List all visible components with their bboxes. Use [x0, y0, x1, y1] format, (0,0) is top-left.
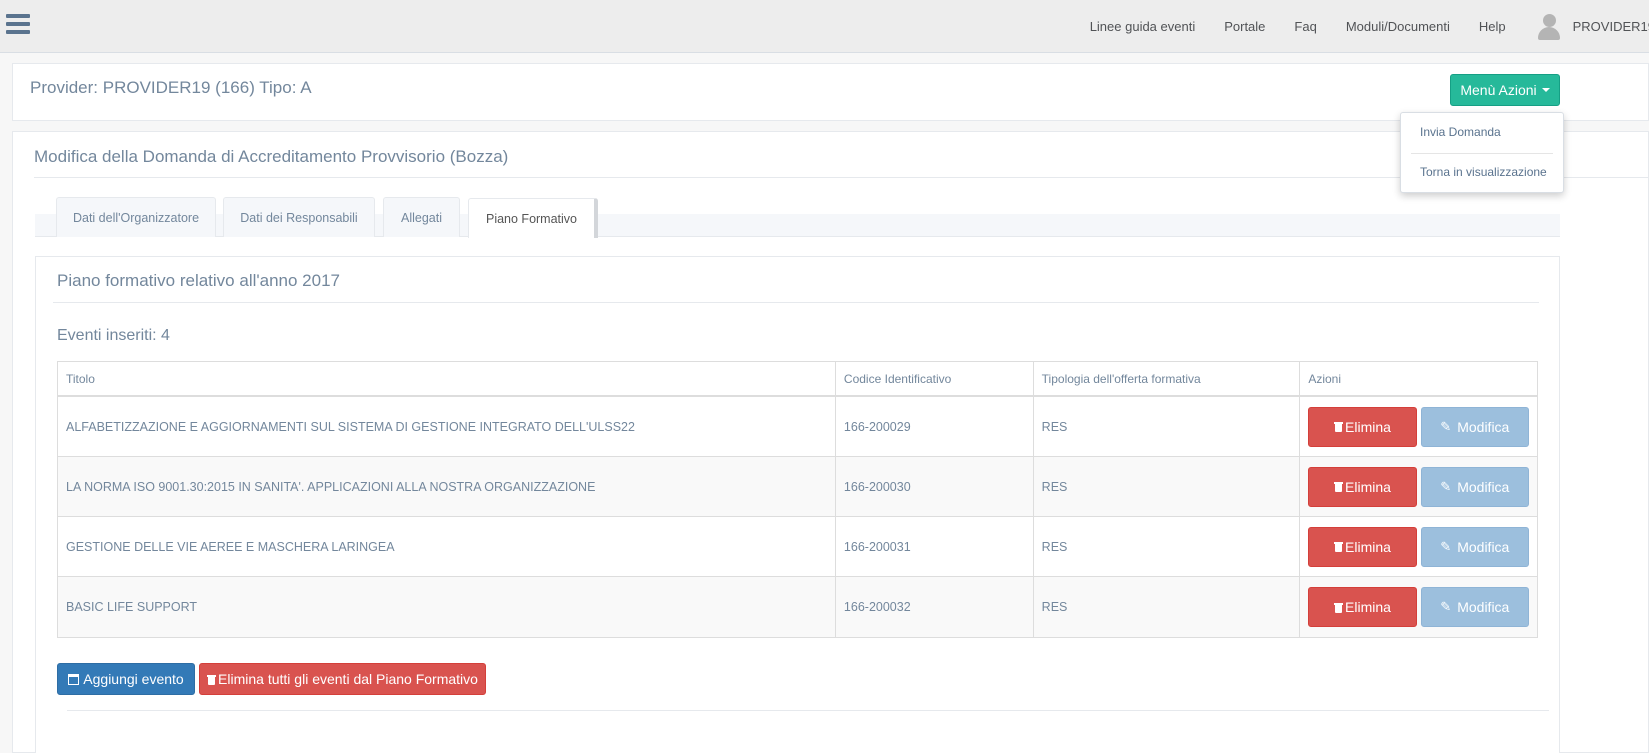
elimina-label: Elimina [1345, 538, 1391, 555]
cell-tipologia: RES [1034, 577, 1301, 637]
table-row: BASIC LIFE SUPPORT 166-200032 RES Elimin… [58, 577, 1537, 637]
trash-icon [1334, 421, 1344, 432]
cell-codice: 166-200032 [836, 577, 1034, 637]
cell-titolo: BASIC LIFE SUPPORT [58, 577, 836, 637]
cell-azioni: Elimina ✎ Modifica [1300, 577, 1537, 637]
column-header-titolo: Titolo [58, 362, 836, 395]
cell-azioni: Elimina ✎ Modifica [1300, 517, 1537, 576]
menu-icon[interactable] [6, 14, 30, 36]
cell-tipologia: RES [1034, 457, 1301, 516]
tab-allegati[interactable]: Allegati [383, 197, 460, 237]
tab-dati-responsabili[interactable]: Dati dei Responsabili [223, 197, 375, 237]
pencil-icon: ✎ [1440, 538, 1452, 554]
modifica-button[interactable]: ✎ Modifica [1420, 466, 1529, 507]
cell-codice: 166-200029 [836, 397, 1034, 456]
column-header-azioni: Azioni [1308, 372, 1341, 386]
cell-azioni: Elimina ✎ Modifica [1300, 397, 1537, 456]
cell-tipologia: RES [1034, 517, 1301, 576]
divider [67, 710, 1549, 711]
pencil-icon: ✎ [1440, 599, 1452, 614]
table-row: GESTIONE DELLE VIE AEREE E MASCHERA LARI… [58, 517, 1537, 577]
dropdown-item-invia-domanda[interactable]: Invia Domanda [1420, 125, 1501, 139]
elimina-button[interactable]: Elimina [1308, 466, 1417, 507]
pencil-icon: ✎ [1440, 478, 1452, 494]
cell-titolo: GESTIONE DELLE VIE AEREE E MASCHERA LARI… [58, 517, 836, 576]
elimina-button[interactable]: Elimina [1308, 587, 1417, 627]
tab-piano-formativo[interactable]: Piano Formativo [468, 198, 598, 238]
column-header-codice: Codice Identificativo [836, 362, 1034, 395]
table-row: ALFABETIZZAZIONE E AGGIORNAMENTI SUL SIS… [58, 397, 1537, 457]
provider-title: Provider: PROVIDER19 (166) Tipo: A [30, 78, 312, 97]
cell-titolo: LA NORMA ISO 9001.30:2015 IN SANITA'. AP… [58, 457, 836, 516]
modifica-label: Modifica [1457, 538, 1510, 555]
dropdown-divider [1411, 153, 1553, 154]
elimina-button[interactable]: Elimina [1308, 526, 1417, 567]
pencil-icon: ✎ [1440, 418, 1452, 434]
elimina-label: Elimina [1345, 418, 1391, 435]
tab-dati-organizzatore[interactable]: Dati dell'Organizzatore [56, 197, 216, 237]
caret-down-icon [1541, 88, 1550, 92]
modifica-button[interactable]: ✎ Modifica [1420, 587, 1529, 627]
trash-icon [1334, 481, 1344, 492]
elimina-tutti-button[interactable]: Elimina tutti gli eventi dal Piano Forma… [199, 663, 486, 695]
modifica-button[interactable]: ✎ Modifica [1420, 406, 1529, 447]
events-count: Eventi inseriti: 4 [57, 327, 170, 344]
table-row: LA NORMA ISO 9001.30:2015 IN SANITA'. AP… [58, 457, 1537, 517]
cell-azioni: Elimina ✎ Modifica [1300, 457, 1537, 516]
elimina-button[interactable]: Elimina [1308, 406, 1417, 447]
username: PROVIDER19 [1572, 19, 1649, 34]
table-header: Titolo Codice Identificativo Tipologia d… [58, 362, 1537, 397]
column-header-tipologia: Tipologia dell'offerta formativa [1034, 362, 1301, 395]
bottom-actions: Aggiungi evento Elimina tutti gli eventi… [57, 663, 486, 695]
modifica-label: Modifica [1457, 599, 1510, 615]
cell-tipologia: RES [1034, 397, 1301, 456]
elimina-tutti-label: Elimina tutti gli eventi dal Piano Forma… [218, 671, 478, 687]
nav-link-linee-guida[interactable]: Linee guida eventi [1090, 19, 1196, 34]
nav-link-moduli[interactable]: Moduli/Documenti [1346, 19, 1450, 34]
elimina-label: Elimina [1345, 599, 1391, 615]
trash-icon [207, 674, 217, 685]
cell-codice: 166-200030 [836, 457, 1034, 516]
dropdown-item-torna-visualizzazione[interactable]: Torna in visualizzazione [1420, 165, 1547, 179]
modifica-label: Modifica [1457, 418, 1510, 435]
nav-links: Linee guida eventi Portale Faq Moduli/Do… [1090, 0, 1649, 53]
top-navbar: Linee guida eventi Portale Faq Moduli/Do… [0, 0, 1649, 53]
menu-azioni-button[interactable]: Menù Azioni [1450, 74, 1560, 106]
calendar-icon [68, 673, 80, 685]
aggiungi-evento-label: Aggiungi evento [83, 671, 184, 687]
actions-dropdown: Invia Domanda Torna in visualizzazione [1400, 112, 1564, 193]
modifica-button[interactable]: ✎ Modifica [1420, 526, 1529, 567]
nav-link-faq[interactable]: Faq [1294, 19, 1316, 34]
trash-icon [1334, 541, 1344, 552]
cell-codice: 166-200031 [836, 517, 1034, 576]
piano-formativo-panel: Piano formativo relativo all'anno 2017 E… [35, 256, 1560, 753]
nav-link-portale[interactable]: Portale [1224, 19, 1265, 34]
divider [53, 302, 1539, 303]
main-panel: Modifica della Domanda di Accreditamento… [12, 131, 1649, 753]
trash-icon [1334, 602, 1344, 613]
nav-link-help[interactable]: Help [1479, 19, 1506, 34]
menu-azioni-label: Menù Azioni [1460, 82, 1537, 98]
user-avatar-icon [1535, 13, 1563, 41]
elimina-label: Elimina [1345, 478, 1391, 495]
cell-titolo: ALFABETIZZAZIONE E AGGIORNAMENTI SUL SIS… [58, 397, 836, 456]
aggiungi-evento-button[interactable]: Aggiungi evento [57, 663, 195, 695]
page-title: Modifica della Domanda di Accreditamento… [34, 147, 509, 166]
modifica-label: Modifica [1457, 478, 1510, 495]
events-table: Titolo Codice Identificativo Tipologia d… [57, 361, 1538, 638]
user-menu[interactable]: PROVIDER19 [1535, 13, 1649, 41]
plan-title: Piano formativo relativo all'anno 2017 [57, 271, 340, 290]
